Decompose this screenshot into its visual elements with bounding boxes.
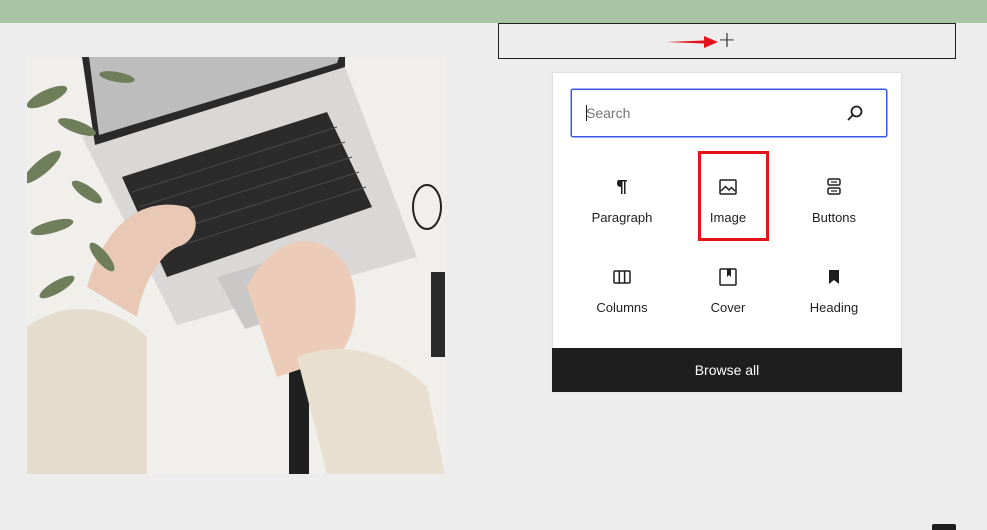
block-heading[interactable]: Heading <box>781 243 887 333</box>
columns-icon <box>610 265 634 289</box>
block-buttons[interactable]: Buttons <box>781 153 887 243</box>
block-label: Paragraph <box>591 210 653 225</box>
block-grid: Paragraph Image Buttons Columns Cover He… <box>569 153 887 333</box>
block-image[interactable]: Image <box>675 153 781 243</box>
search-input[interactable] <box>572 90 842 135</box>
buttons-icon <box>822 175 846 199</box>
laptop-photo-illustration <box>27 57 445 474</box>
block-label: Buttons <box>811 210 857 225</box>
block-inserter-popover: Paragraph Image Buttons <box>552 72 902 392</box>
paragraph-icon <box>610 175 634 199</box>
text-caret <box>586 105 587 121</box>
block-columns[interactable]: Columns <box>569 243 675 333</box>
block-label: Columns <box>596 300 648 315</box>
add-block-button[interactable]: + <box>498 23 956 59</box>
browse-all-button[interactable]: Browse all <box>552 348 902 392</box>
block-label: Heading <box>809 300 859 315</box>
cover-icon <box>716 265 740 289</box>
block-paragraph[interactable]: Paragraph <box>569 153 675 243</box>
laptop-photo <box>27 57 445 474</box>
block-label: Image <box>709 210 747 225</box>
annotation-arrow-icon <box>666 36 718 48</box>
block-cover[interactable]: Cover <box>675 243 781 333</box>
corner-toggle[interactable] <box>932 524 956 530</box>
block-label: Cover <box>710 300 746 315</box>
header-band <box>0 0 987 23</box>
bookmark-icon <box>822 265 846 289</box>
plus-icon: + <box>717 28 737 53</box>
search-field[interactable] <box>571 89 887 137</box>
search-icon[interactable] <box>846 104 864 122</box>
image-icon <box>716 175 740 199</box>
